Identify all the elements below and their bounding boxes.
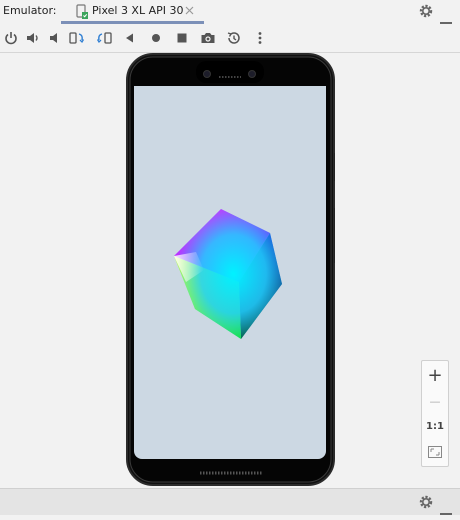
emulator-label: Emulator: (3, 4, 57, 17)
tab-underline (61, 21, 204, 24)
zoom-out-button[interactable]: — (422, 389, 448, 413)
minimize-icon[interactable] (440, 10, 456, 24)
rotate-left-icon[interactable] (69, 30, 85, 46)
volume-up-icon[interactable] (25, 30, 41, 46)
bottom-bar (0, 488, 460, 515)
bottom-settings-gear-icon[interactable] (418, 494, 434, 514)
screenshot-icon[interactable] (200, 30, 216, 46)
tab-title: Pixel 3 XL API 30 (92, 4, 184, 17)
device-icon (75, 4, 89, 20)
fit-screen-icon (428, 443, 442, 462)
rotate-right-icon[interactable] (96, 30, 112, 46)
zoom-controls: + — 1:1 (421, 360, 449, 467)
back-icon[interactable] (122, 30, 138, 46)
power-icon[interactable] (3, 30, 19, 46)
bottom-minimize-icon[interactable] (440, 501, 452, 520)
rgb-cube (174, 209, 282, 339)
device-screen[interactable] (134, 86, 326, 459)
zoom-1to1-button[interactable]: 1:1 (422, 414, 448, 438)
close-tab-icon[interactable] (184, 3, 196, 17)
snapshot-icon[interactable] (226, 30, 242, 46)
settings-gear-icon[interactable] (418, 3, 434, 19)
zoom-fit-button[interactable] (422, 440, 448, 464)
volume-down-icon[interactable] (47, 30, 63, 46)
home-icon[interactable] (148, 30, 164, 46)
overview-icon[interactable] (174, 30, 190, 46)
more-icon[interactable] (252, 30, 268, 46)
emulator-header: Emulator: Pixel 3 XL API 30 (0, 0, 460, 24)
zoom-in-button[interactable]: + (422, 363, 448, 387)
emulator-toolbar (0, 25, 460, 53)
tab-pixel-3-xl[interactable]: Pixel 3 XL API 30 (61, 0, 204, 24)
